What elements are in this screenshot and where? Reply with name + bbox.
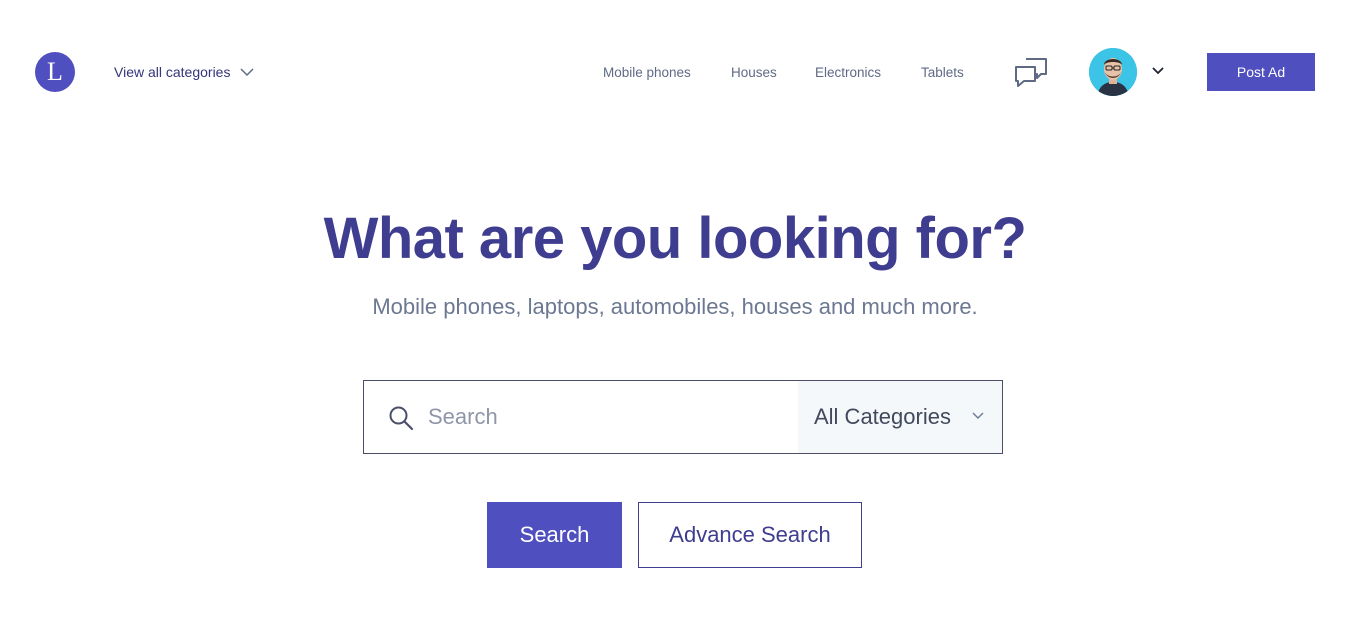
category-select-value: All Categories <box>814 404 951 429</box>
hero-subtitle: Mobile phones, laptops, automobiles, hou… <box>372 294 978 319</box>
search-field <box>364 381 798 453</box>
hero-title: What are you looking for? <box>323 206 1027 271</box>
search-input[interactable] <box>428 381 788 453</box>
nav-link-houses[interactable]: Houses <box>731 65 777 80</box>
user-photo-icon <box>1089 48 1137 96</box>
category-select[interactable]: All Categories <box>798 381 1002 453</box>
advance-search-button[interactable]: Advance Search <box>638 502 862 568</box>
view-all-categories-toggle[interactable]: View all categories <box>114 62 255 82</box>
nav-link-tablets[interactable]: Tablets <box>921 65 964 80</box>
nav-link-electronics[interactable]: Electronics <box>815 65 881 80</box>
site-logo[interactable]: L <box>35 52 75 92</box>
search-bar: All Categories <box>363 380 1003 454</box>
chevron-down-icon <box>972 412 984 419</box>
view-all-categories-label: View all categories <box>114 64 231 80</box>
chevron-down-icon[interactable] <box>1151 64 1165 78</box>
search-button[interactable]: Search <box>487 502 622 568</box>
chevron-down-icon <box>240 68 255 77</box>
post-ad-button[interactable]: Post Ad <box>1207 53 1315 91</box>
user-avatar[interactable] <box>1089 48 1137 96</box>
chat-bubbles-icon[interactable] <box>1014 55 1048 89</box>
nav-link-mobile-phones[interactable]: Mobile phones <box>603 65 691 80</box>
logo-letter: L <box>47 57 63 86</box>
search-icon <box>389 406 414 431</box>
